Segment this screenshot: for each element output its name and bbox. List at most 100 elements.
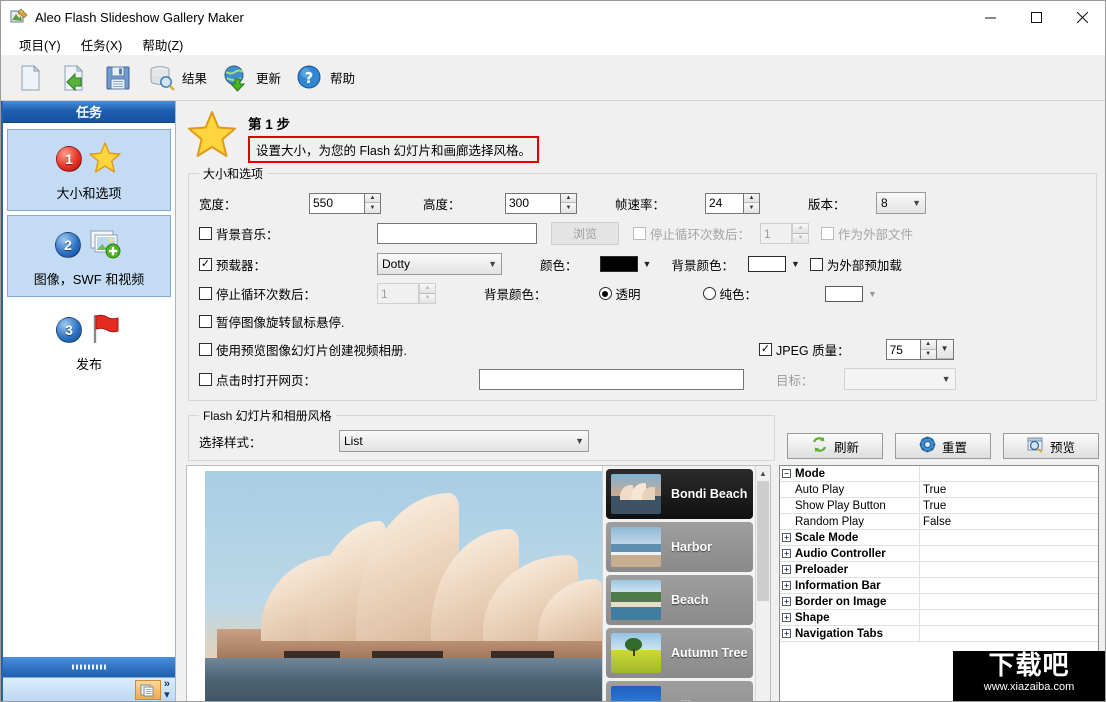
property-value[interactable]: True <box>920 498 1098 513</box>
width-stepper[interactable]: ▲▼ <box>309 193 381 214</box>
create-video-checkbox[interactable]: 使用预览图像幻灯片创建视频相册. <box>199 340 759 359</box>
jpeg-quality-checkbox[interactable]: ✓ JPEG 质量： <box>759 340 850 359</box>
height-input[interactable] <box>505 193 560 214</box>
toolbar-update[interactable]: 更新 <box>215 58 287 98</box>
color-picker[interactable]: ▼ <box>600 256 652 272</box>
property-value[interactable] <box>920 530 1098 545</box>
table-row[interactable]: +Audio Controller <box>780 546 1098 562</box>
property-value[interactable] <box>920 626 1098 641</box>
minimize-button[interactable] <box>967 1 1013 33</box>
scrollbar-thumb[interactable] <box>757 481 769 601</box>
sidebar-overflow[interactable]: » ▾ <box>164 679 170 701</box>
collapse-icon[interactable]: − <box>782 469 791 478</box>
jpeg-quality-stepper[interactable]: ▲▼ ▼ <box>886 339 954 360</box>
table-row[interactable]: +Preloader <box>780 562 1098 578</box>
sidebar-item-size-options[interactable]: 1 大小和选项 <box>7 129 171 211</box>
height-spin-buttons[interactable]: ▲▼ <box>560 193 577 214</box>
property-value[interactable] <box>920 594 1098 609</box>
framerate-stepper[interactable]: ▲▼ <box>705 193 760 214</box>
expand-icon[interactable]: + <box>782 613 791 622</box>
width-spin-buttons[interactable]: ▲▼ <box>364 193 381 214</box>
spin-buttons[interactable]: ▲▼ <box>419 283 436 304</box>
property-value[interactable] <box>920 546 1098 561</box>
menu-help[interactable]: 帮助(Z) <box>132 33 193 56</box>
target-select[interactable]: ▼ <box>844 368 956 390</box>
background-music-input[interactable] <box>377 223 537 244</box>
list-item[interactable]: Harbor <box>606 522 753 572</box>
table-row[interactable]: Random Play False <box>780 514 1098 530</box>
toolbar-new[interactable] <box>9 58 51 98</box>
version-select[interactable]: 8 ▼ <box>876 192 926 214</box>
thumbnail-scrollbar[interactable]: ▲ ▼ <box>755 466 770 701</box>
stop-after-loops-input[interactable] <box>377 283 419 304</box>
table-row[interactable]: +Navigation Tabs <box>780 626 1098 642</box>
framerate-spin-buttons[interactable]: ▲▼ <box>743 193 760 214</box>
sidebar-item-images-swf-video[interactable]: 2 图像 <box>7 215 171 297</box>
table-row[interactable]: Show Play Button True <box>780 498 1098 514</box>
toolbar-open[interactable] <box>53 58 95 98</box>
toolbar-save[interactable] <box>97 58 139 98</box>
stop-after-loops-checkbox[interactable]: 停止循环次数后： <box>199 284 377 303</box>
maximize-button[interactable] <box>1013 1 1059 33</box>
list-item[interactable]: Bondi Beach <box>606 469 753 519</box>
refresh-button[interactable]: 刷新 <box>787 433 883 459</box>
width-input[interactable] <box>309 193 364 214</box>
table-row[interactable]: +Scale Mode <box>780 530 1098 546</box>
property-value[interactable] <box>920 610 1098 625</box>
open-webpage-input[interactable] <box>479 369 744 390</box>
expand-icon[interactable]: + <box>782 565 791 574</box>
property-value[interactable] <box>920 466 1098 481</box>
background-music-checkbox[interactable]: 背景音乐： <box>199 224 377 243</box>
open-webpage-checkbox[interactable]: 点击时打开网页： <box>199 370 479 389</box>
pages-icon[interactable] <box>135 680 161 700</box>
expand-icon[interactable]: + <box>782 533 791 542</box>
solid-radio[interactable]: 纯色： <box>703 284 758 303</box>
spin-buttons[interactable]: ▲▼ <box>792 223 809 244</box>
toolbar-results[interactable]: 结果 <box>141 58 213 98</box>
height-stepper[interactable]: ▲▼ <box>505 193 577 214</box>
table-row[interactable]: Auto Play True <box>780 482 1098 498</box>
list-item[interactable]: Hill <box>606 681 753 701</box>
style-select[interactable]: List ▼ <box>339 430 589 452</box>
spin-buttons[interactable]: ▲▼ <box>920 339 937 360</box>
framerate-input[interactable] <box>705 193 743 214</box>
stop-after-loops-top-checkbox[interactable]: 停止循环次数后： <box>633 224 750 243</box>
list-item[interactable]: Autumn Tree <box>606 628 753 678</box>
as-external-file-checkbox[interactable]: 作为外部文件 <box>821 224 913 243</box>
transparent-radio[interactable]: 透明 <box>599 284 641 303</box>
reset-button[interactable]: 重置 <box>895 433 991 459</box>
menu-task[interactable]: 任务(X) <box>71 33 133 56</box>
expand-icon[interactable]: + <box>782 581 791 590</box>
pause-rotation-checkbox[interactable]: 暂停图像旋转鼠标悬停. <box>199 312 344 331</box>
sidebar-splitter[interactable] <box>3 657 175 677</box>
table-row[interactable]: +Information Bar <box>780 578 1098 594</box>
preloader-checkbox[interactable]: ✓ 预载器： <box>199 255 377 274</box>
stop-after-loops-stepper[interactable]: ▲▼ <box>377 283 436 304</box>
table-row[interactable]: −Mode <box>780 466 1098 482</box>
toolbar-help[interactable]: ? 帮助 <box>289 58 361 98</box>
menu-project[interactable]: 项目(Y) <box>9 33 71 56</box>
browse-button[interactable]: 浏览 <box>551 222 619 245</box>
property-value[interactable]: True <box>920 482 1098 497</box>
expand-icon[interactable]: + <box>782 597 791 606</box>
sidebar-item-publish[interactable]: 3 发布 <box>7 301 171 381</box>
property-value[interactable]: False <box>920 514 1098 529</box>
list-item[interactable]: Beach <box>606 575 753 625</box>
solid-color-picker[interactable]: ▼ <box>825 286 877 302</box>
close-button[interactable] <box>1059 1 1105 33</box>
expand-icon[interactable]: + <box>782 549 791 558</box>
main-preview-image[interactable] <box>205 471 602 701</box>
preloader-select[interactable]: Dotty ▼ <box>377 253 502 275</box>
property-value[interactable] <box>920 562 1098 577</box>
jpeg-dropdown-button[interactable]: ▼ <box>937 339 954 360</box>
property-value[interactable] <box>920 578 1098 593</box>
preload-external-checkbox[interactable]: 为外部预加载 <box>810 255 902 274</box>
table-row[interactable]: +Shape <box>780 610 1098 626</box>
jpeg-quality-input[interactable] <box>886 339 920 360</box>
stop-after-loops-top-input[interactable] <box>760 223 792 244</box>
table-row[interactable]: +Border on Image <box>780 594 1098 610</box>
stop-after-loops-top-stepper[interactable]: ▲▼ <box>760 223 809 244</box>
bgcolor-picker[interactable]: ▼ <box>748 256 800 272</box>
scrollbar-track[interactable] <box>756 481 770 701</box>
preview-button[interactable]: 预览 <box>1003 433 1099 459</box>
